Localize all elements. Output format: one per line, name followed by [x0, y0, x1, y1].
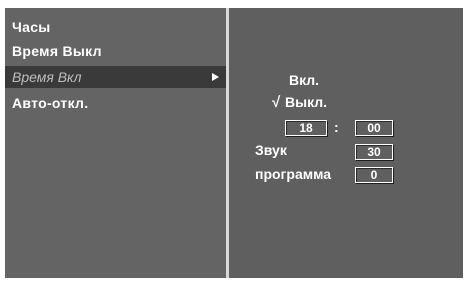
- timer-menu-list: Часы Время Выкл Время Вкл Авто-откл.: [5, 8, 226, 278]
- menu-item-label: Часы: [12, 19, 51, 35]
- volume-label: Звук: [255, 142, 287, 158]
- minute-field[interactable]: 00: [355, 120, 393, 136]
- menu-item-on-time[interactable]: Время Вкл: [5, 66, 226, 88]
- tv-screen: Часы Время Выкл Время Вкл Авто-откл. Вкл…: [0, 0, 466, 282]
- volume-field[interactable]: 30: [355, 144, 393, 160]
- check-icon: √: [272, 94, 281, 111]
- menu-item-clock[interactable]: Часы: [5, 16, 226, 38]
- hour-field[interactable]: 18: [285, 120, 327, 136]
- option-off[interactable]: Выкл.: [285, 94, 327, 110]
- menu-item-auto-off[interactable]: Авто-откл.: [5, 92, 226, 114]
- program-field[interactable]: 0: [355, 167, 393, 183]
- option-on[interactable]: Вкл.: [289, 72, 319, 88]
- menu-item-off-time[interactable]: Время Выкл: [5, 40, 226, 62]
- on-time-settings-panel: Вкл. √ Выкл. 18 : 00 Звук 30 программа 0: [229, 8, 463, 278]
- osd-menu: Часы Время Выкл Время Вкл Авто-откл. Вкл…: [5, 8, 463, 278]
- program-label: программа: [255, 166, 332, 182]
- arrow-right-icon: [212, 73, 219, 81]
- time-separator: :: [334, 119, 339, 135]
- menu-item-label: Время Выкл: [12, 43, 102, 59]
- menu-item-label: Время Вкл: [12, 69, 82, 85]
- menu-item-label: Авто-откл.: [12, 95, 89, 111]
